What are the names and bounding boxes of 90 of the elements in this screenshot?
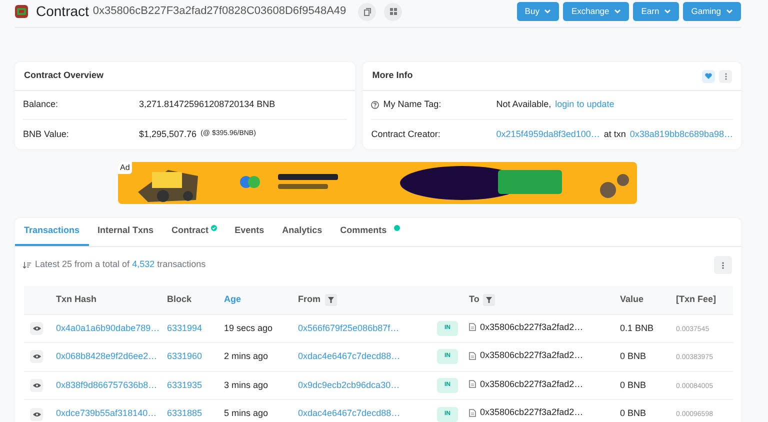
from-address-link[interactable]: 0xdac4e6467c7decd88… [298,408,400,418]
age-text: 3 mins ago [224,380,268,390]
tab[interactable]: Analytics [273,218,332,246]
from-address-link[interactable]: 0xdac4e6467c7decd88… [298,351,400,361]
from-address-link[interactable]: 0x566f679f25e086b87f… [298,322,400,332]
block-link[interactable]: 6331935 [167,380,202,390]
nav-dropdown-button[interactable]: Earn [633,2,680,21]
block-link[interactable]: 6331885 [167,408,202,418]
age-text: 2 mins ago [224,351,268,361]
caret-icon [614,9,622,14]
copy-icon [364,8,371,16]
caret-icon [664,9,672,14]
txn-hash-link[interactable]: 0xdce739b55af318140… [56,408,157,418]
column-header: To [469,294,480,304]
contract-file-icon [469,352,476,360]
preview-button[interactable] [30,350,43,364]
column-header: Value [620,294,644,304]
login-link[interactable]: login to update [555,98,614,112]
txn-hash-link[interactable]: 0x838f9d866757636b8… [56,380,158,390]
copy-button[interactable] [358,2,376,20]
field-label: My Name Tag: [383,98,442,112]
to-address-text: 0x35806cb227f3a2fad2… [480,378,584,391]
block-link[interactable]: 6331994 [167,322,202,332]
to-address-text: 0x35806cb227f3a2fad2… [480,406,584,420]
grid-icon [390,8,397,15]
to-address-text: 0x35806cb227f3a2fad2… [480,320,584,334]
age-text: 19 secs ago [224,322,273,332]
to-address-text: 0x35806cb227f3a2fad2… [480,349,584,362]
field-label: BNB Value: [23,128,70,141]
contract-file-icon [469,323,476,332]
column-header: From [298,294,320,304]
age-text: 5 mins ago [224,408,268,418]
filter-icon [328,296,334,303]
eye-icon [32,326,40,331]
txn-hash-link[interactable]: 0x068b8428e9f2d6ee2… [56,351,158,361]
heart-icon [705,73,712,79]
contract-file-icon [469,380,476,388]
field-value: $1,295,507.76 [139,128,197,141]
help-icon [371,101,380,109]
value-text: 0 BNB [620,351,646,361]
eye-icon [32,382,40,388]
block-link[interactable]: 6331960 [167,351,202,361]
field-value: 3,271.814725961208720134 BNB [139,98,276,112]
preview-button[interactable] [30,378,43,392]
card-title: More Info [372,69,413,82]
nav-dropdown-button[interactable]: Buy [516,2,560,21]
value-text: 0.1 BNB [620,322,654,332]
creation-txn-link[interactable]: 0x38a819bb8c689ba98… [630,128,733,142]
card-title: Contract Overview [24,69,104,82]
caret-icon [544,9,552,14]
field-label: Contract Creator: [371,128,442,141]
creator-address-link[interactable]: 0x215f4959da8f3ed100… [496,128,600,142]
txn-hash-link[interactable]: 0x4a0a1a6b90dabe789… [56,322,160,332]
eye-icon [32,412,40,416]
value-text: 0 BNB [620,408,646,418]
from-address-link[interactable]: 0x9dc9ecb2cb96dca30… [298,380,400,390]
ad-label: Ad [118,162,132,174]
tab[interactable]: Transactions [15,218,89,246]
tab[interactable]: Comments [331,218,409,246]
count-link[interactable]: 4,532 [132,259,155,270]
caret-icon [726,9,733,14]
tab[interactable]: Contract [162,218,226,246]
column-header: Block [167,294,192,304]
sort-column-link[interactable]: Age [224,294,242,304]
field-label: Balance: [23,98,60,112]
nav-dropdown-button[interactable]: Gaming [683,2,741,21]
field-value: Not Available, [496,98,552,112]
page-title: Contract [36,2,89,21]
preview-button[interactable] [30,322,43,335]
contract-file-icon [469,409,476,418]
filter-button[interactable] [324,294,336,306]
column-header: [Txn Fee] [676,294,716,304]
sort-icon [23,262,31,268]
preview-button[interactable] [30,408,43,420]
summary-text: Latest 25 from a total of 4,532 transactions [35,258,206,272]
filter-icon [486,296,492,303]
qr-code-button[interactable] [384,2,402,20]
verified-icon [210,225,217,231]
tab[interactable]: Internal Txns [88,218,163,246]
connector-text: at txn [604,128,626,141]
eye-icon [32,354,40,360]
column-header: Txn Hash [56,294,97,304]
logo-icon [15,5,28,18]
value-text: 0 BNB [620,380,646,390]
tab[interactable]: Events [226,218,274,246]
favorite-button[interactable] [702,70,715,82]
nav-dropdown-button[interactable]: Exchange [563,2,630,21]
filter-button[interactable] [483,294,496,306]
status-dot-icon [394,225,400,231]
contract-address: 0x35806cB227F3a2fad27f0828C03608D6f9548A49 [92,4,346,20]
